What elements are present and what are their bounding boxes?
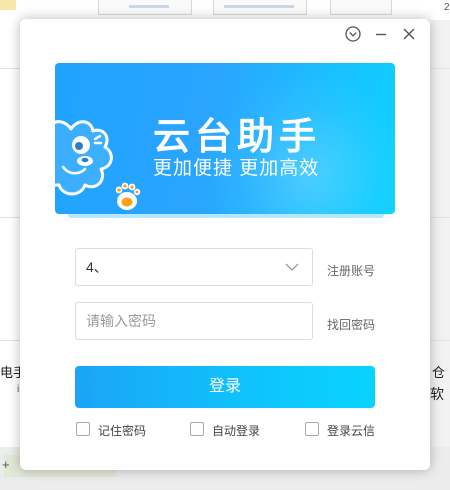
- background-document-icon: [0, 0, 16, 10]
- password-field[interactable]: [75, 302, 313, 340]
- brand-banner: 云台助手 更加便捷 更加高效: [55, 63, 395, 214]
- chevron-down-icon[interactable]: [284, 262, 300, 272]
- login-yunxin-label: 登录云信: [327, 424, 376, 438]
- close-button[interactable]: [400, 25, 418, 43]
- auto-login-label: 自动登录: [212, 424, 261, 438]
- register-account-link[interactable]: 注册账号: [327, 262, 375, 279]
- login-dialog: 云台助手 更加便捷 更加高效 注册账号 找回密码 登录 记住密码 自动登录 登录…: [20, 19, 430, 470]
- background-text: 软: [430, 386, 444, 402]
- background-thumbnail: [330, 0, 392, 15]
- mascot-illustration: [55, 120, 141, 210]
- close-icon: [403, 28, 415, 40]
- login-yunxin-checkbox[interactable]: 登录云信: [305, 422, 395, 438]
- background-thumbnail: [213, 0, 307, 15]
- menu-chevron-button[interactable]: [344, 25, 362, 43]
- recover-password-link[interactable]: 找回密码: [327, 316, 375, 333]
- auto-login-checkbox[interactable]: 自动登录: [190, 422, 280, 438]
- background-text: 仓: [432, 365, 446, 380]
- checkbox-box[interactable]: [76, 422, 90, 436]
- checkbox-box[interactable]: [305, 422, 319, 436]
- background-thumbnail: [98, 0, 192, 15]
- remember-password-label: 记住密码: [98, 424, 147, 438]
- banner-subtitle: 更加便捷 更加高效: [153, 158, 320, 179]
- remember-password-checkbox[interactable]: 记住密码: [76, 422, 166, 438]
- minimize-icon: [376, 33, 386, 36]
- checkbox-box[interactable]: [190, 422, 204, 436]
- background-text: i: [17, 384, 20, 395]
- account-field[interactable]: [75, 248, 313, 286]
- login-button[interactable]: 登录: [75, 366, 375, 408]
- background-plus: +: [2, 457, 10, 472]
- background-text: 2: [444, 2, 450, 13]
- password-input[interactable]: [86, 303, 276, 339]
- banner-title: 云台助手: [153, 116, 321, 157]
- minimize-button[interactable]: [372, 25, 390, 43]
- account-input[interactable]: [86, 249, 276, 285]
- chevron-circle-icon: [345, 26, 361, 42]
